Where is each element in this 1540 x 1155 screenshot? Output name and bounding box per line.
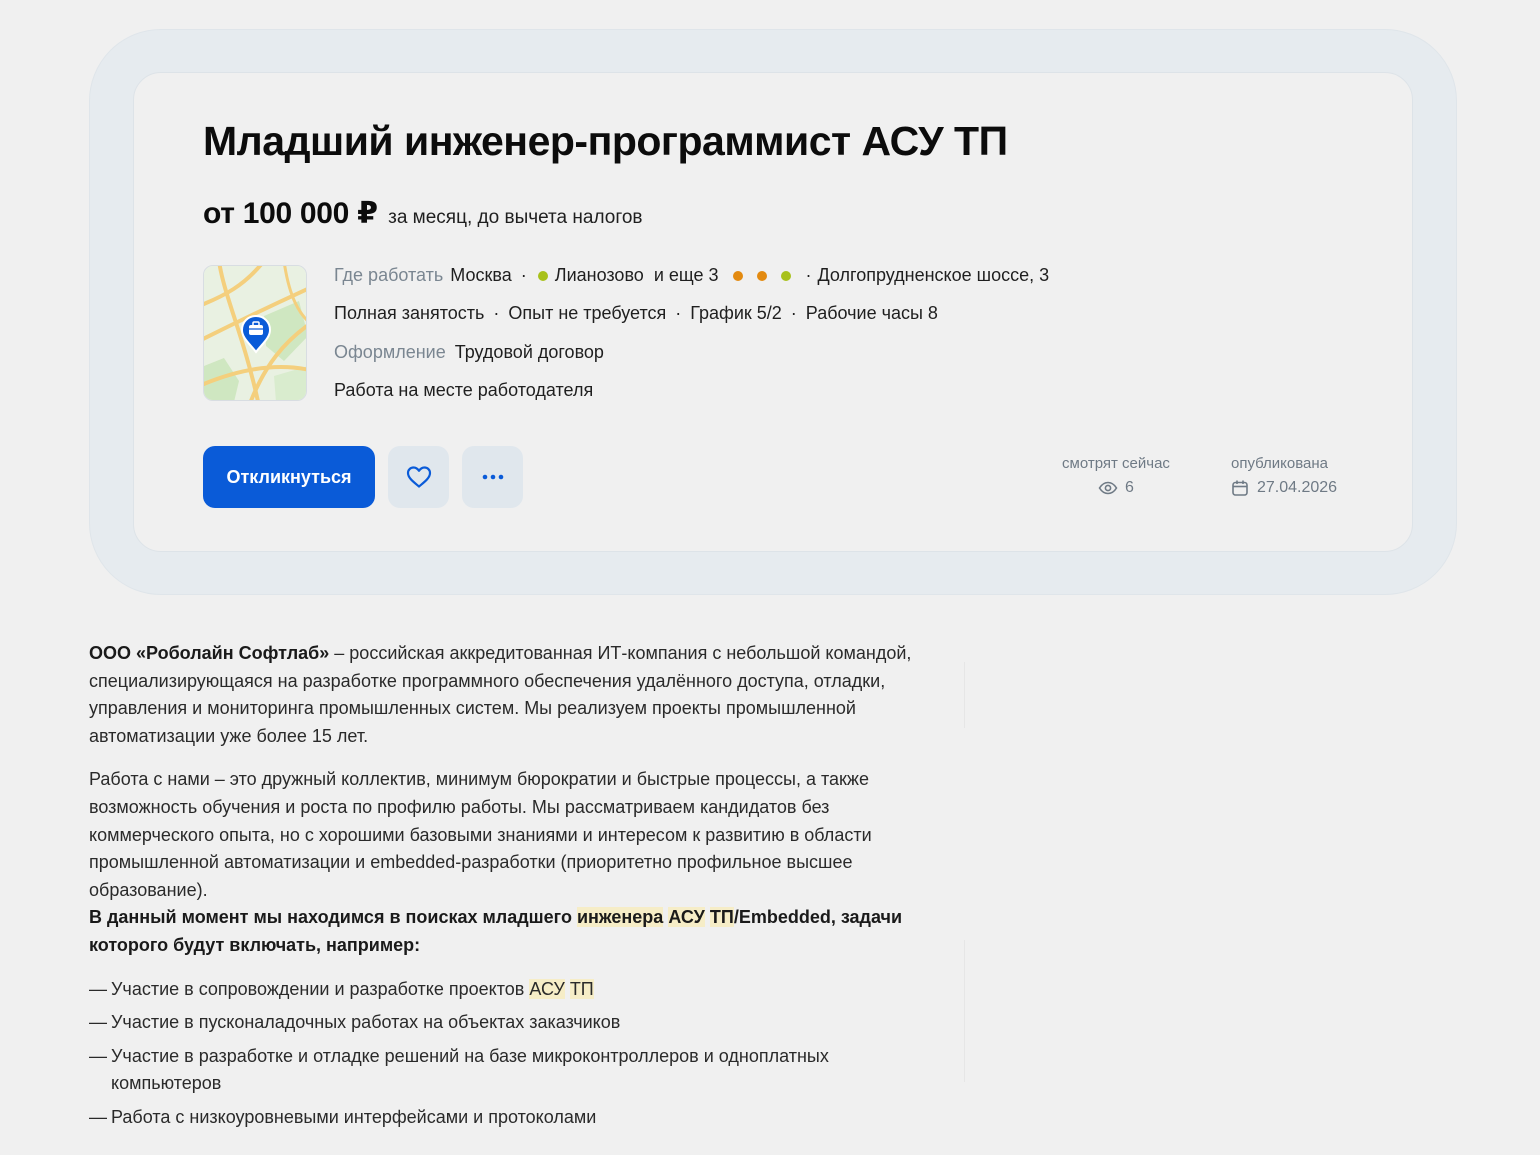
- responsibilities-list: Участие в сопровождении и разработке про…: [89, 976, 939, 1132]
- metro-line-dot: [732, 270, 743, 281]
- description-intro: ООО «Роболайн Софтлаб» – российская аккр…: [89, 643, 912, 746]
- list-item: Участие в разработке и отладке решений н…: [89, 1043, 939, 1098]
- more-stations-link[interactable]: и еще 3: [654, 265, 719, 286]
- vacancy-description: ООО «Роболайн Софтлаб» – российская аккр…: [89, 640, 939, 1138]
- working-hours: Рабочие часы 8: [805, 303, 938, 323]
- employment-type: Полная занятость: [334, 303, 485, 323]
- metro-line-dot: [537, 270, 548, 281]
- apply-button[interactable]: Откликнуться: [203, 446, 375, 508]
- viewing-now-stat: смотрят сейчас 6: [1062, 455, 1170, 497]
- list-item: Работа с низкоуровневыми интерфейсами и …: [89, 1104, 939, 1132]
- experience: Опыт не требуется: [508, 303, 667, 323]
- work-place-line: Работа на месте работодателя: [334, 380, 593, 401]
- list-item: Участие в пусконаладочных работах на объ…: [89, 1009, 939, 1037]
- description-heading: В данный момент мы находимся в поисках м…: [89, 907, 903, 955]
- heart-icon: [406, 466, 431, 488]
- salary-note: за месяц, до вычета налогов: [388, 207, 643, 228]
- contract-label: Оформление: [334, 342, 446, 362]
- location-city: Москва: [450, 265, 512, 285]
- location-address: Долгопрудненское шоссе, 3: [817, 265, 1050, 285]
- salary-amount: от 100 000 ₽: [203, 197, 378, 230]
- metro-line-dot: [756, 270, 767, 281]
- more-actions-button[interactable]: [462, 446, 523, 508]
- published-label: опубликована: [1231, 455, 1329, 472]
- divider: [964, 940, 965, 1082]
- map-image: [204, 266, 306, 400]
- divider: [964, 662, 965, 728]
- metro-station[interactable]: Лианозово: [555, 265, 644, 286]
- more-horizontal-icon: [482, 474, 503, 480]
- salary: от 100 000 ₽ за месяц, до вычета налогов: [203, 196, 643, 231]
- vacancy-title: Младший инженер-программист АСУ ТП: [203, 118, 1008, 164]
- description-paragraph: Работа с нами – это дружный коллектив, м…: [89, 769, 872, 900]
- list-item: Участие в сопровождении и разработке про…: [89, 976, 939, 1004]
- viewing-now-count: 6: [1125, 479, 1134, 496]
- published-stat: опубликована 27.04.2026: [1231, 455, 1337, 497]
- viewing-now-label: смотрят сейчас: [1062, 455, 1170, 472]
- contract-value: Трудовой договор: [454, 342, 604, 362]
- contract-line: Оформление Трудовой договор: [334, 342, 604, 363]
- schedule: График 5/2: [690, 303, 782, 323]
- location-line: Где работать Москва · Лианозово и еще 3 …: [334, 265, 1050, 286]
- favorite-button[interactable]: [388, 446, 449, 508]
- work-place: Работа на месте работодателя: [334, 380, 594, 400]
- location-label: Где работать: [334, 265, 444, 285]
- eye-icon: [1098, 481, 1118, 495]
- conditions-line: Полная занятость · Опыт не требуется · Г…: [334, 303, 938, 323]
- map-thumbnail[interactable]: [203, 265, 307, 401]
- published-date: 27.04.2026: [1257, 479, 1338, 496]
- calendar-icon: [1232, 480, 1248, 496]
- company-name: ООО «Роболайн Софтлаб»: [89, 643, 330, 663]
- metro-line-dot: [780, 270, 791, 281]
